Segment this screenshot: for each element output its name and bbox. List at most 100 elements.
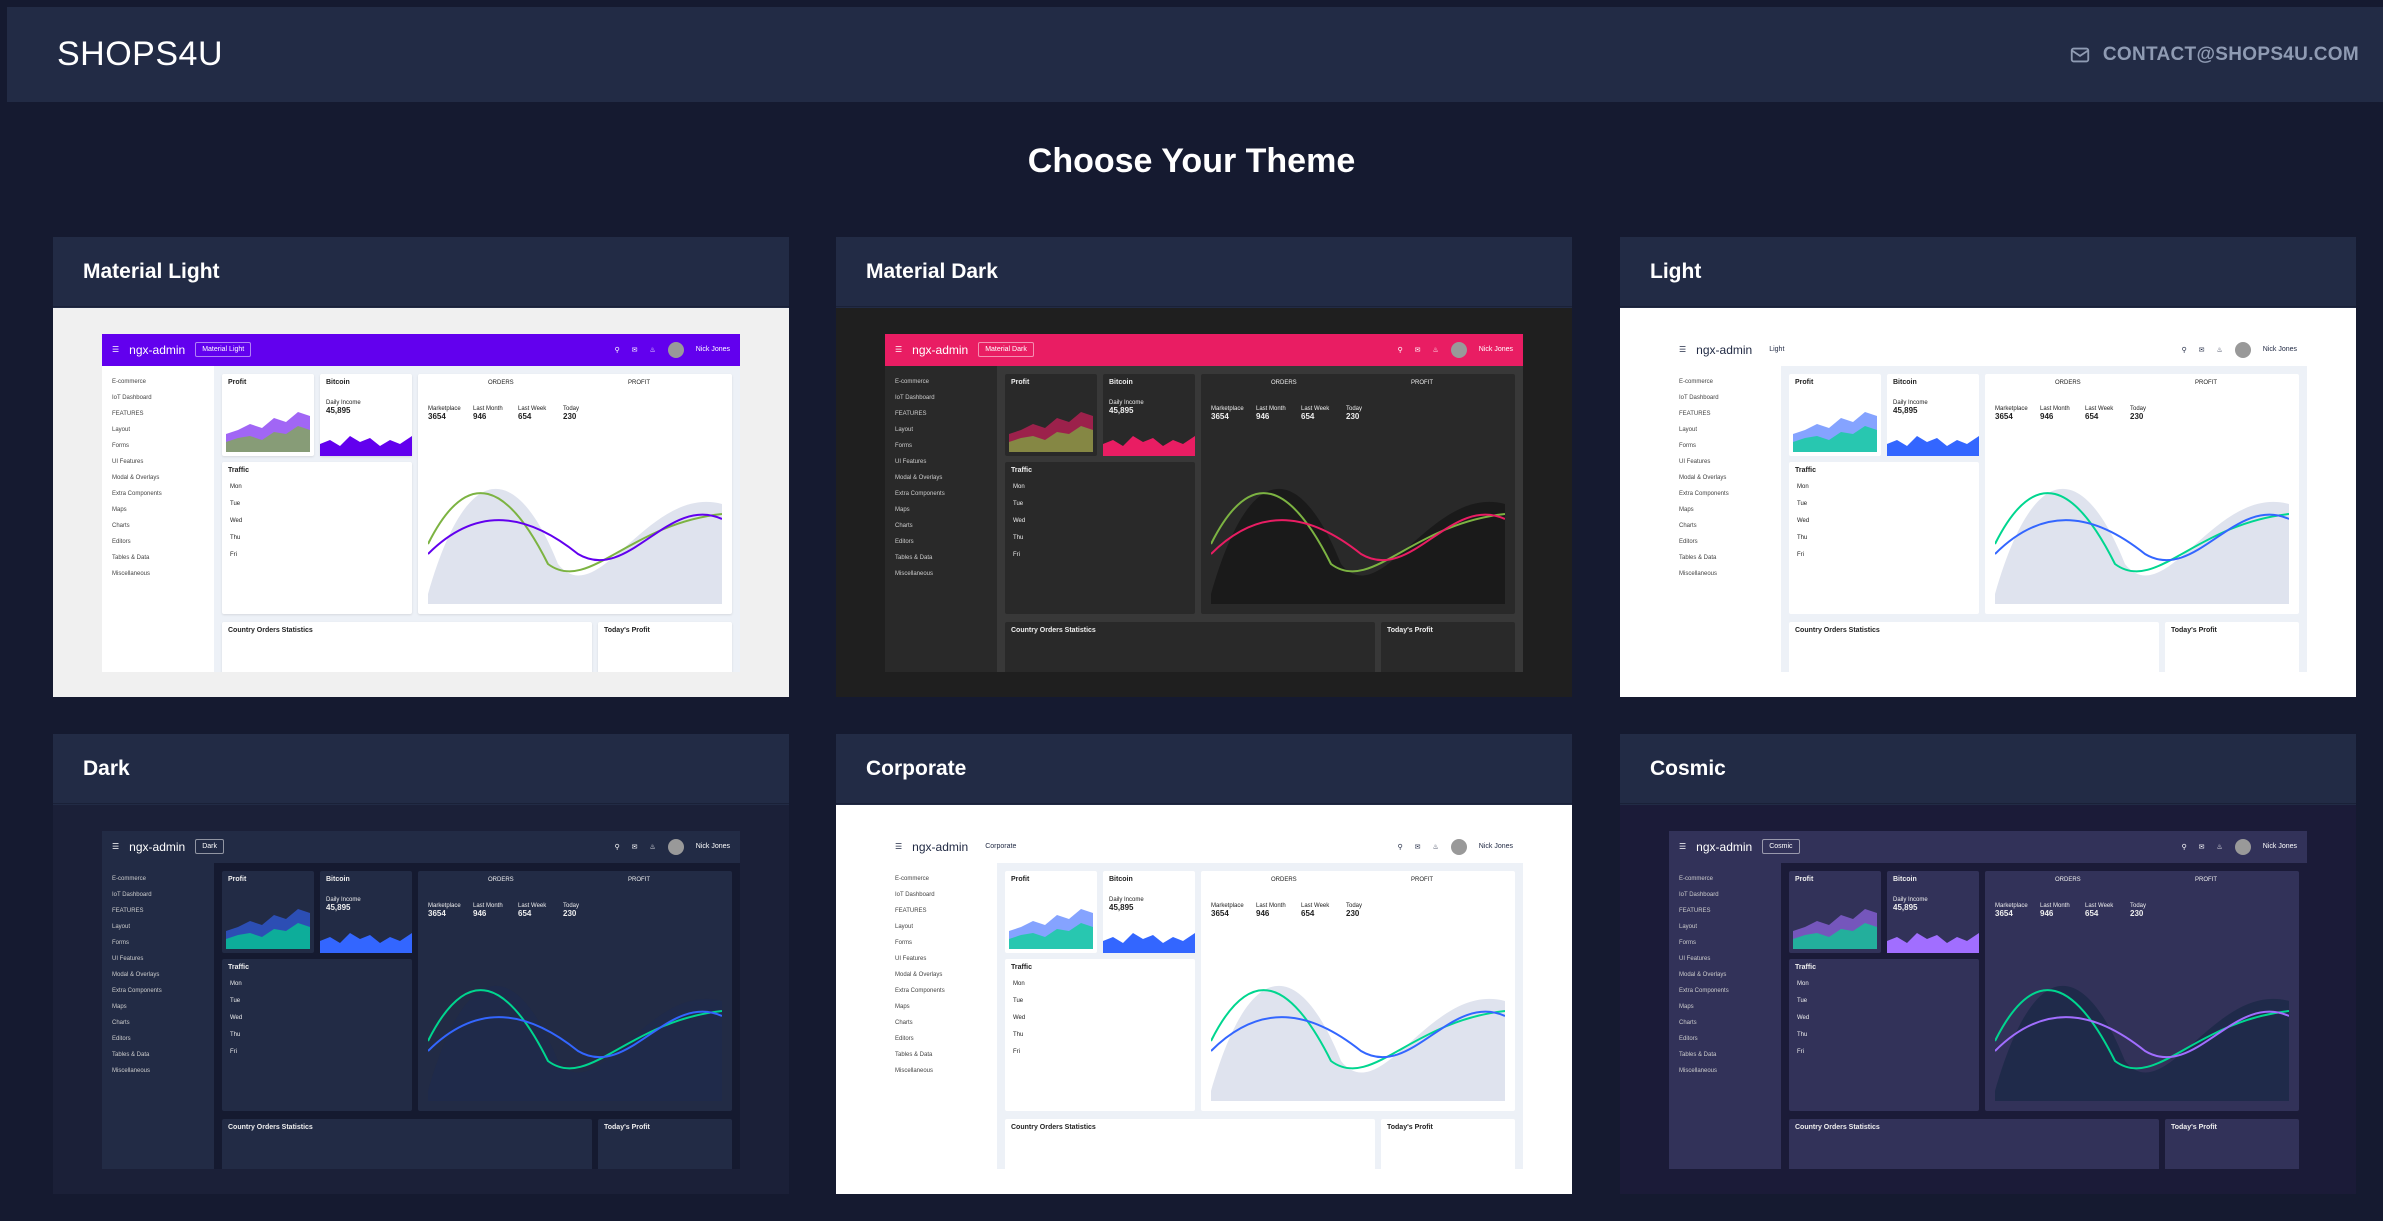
preview-income-value: 45,895: [1893, 405, 1918, 415]
preview-country-card: Country Orders Statistics: [1789, 621, 2159, 672]
theme-preview[interactable]: ☰ ngx-admin Material Dark ⚲ ✉ ♨ Nick Jon…: [836, 308, 1572, 697]
preview-menu-item: Modal & Overlays: [112, 474, 160, 481]
preview-stat-label: Marketplace: [1995, 902, 2028, 909]
preview-stat-value: 654: [1301, 411, 1315, 421]
preview-menu-item: Tables & Data: [1679, 554, 1717, 561]
preview-profit-title: Profit: [1011, 378, 1030, 386]
preview-stat-value: 3654: [428, 908, 446, 918]
preview-stat-label: Last Week: [2085, 405, 2114, 412]
theme-card-title: Material Dark: [836, 237, 1572, 307]
preview-stat-value: 230: [2130, 411, 2144, 421]
preview-orders-chart: [428, 985, 722, 1101]
preview-menu-item: UI Features: [1679, 458, 1711, 465]
preview-income-chart: [1103, 435, 1195, 456]
preview-user: Nick Jones: [695, 346, 730, 353]
dashboard-preview: ☰ ngx-admin Corporate ⚲ ✉ ♨ Nick Jones E…: [885, 830, 1523, 1169]
preview-income-value: 45,895: [326, 902, 351, 912]
preview-traffic-title: Traffic: [228, 466, 250, 474]
preview-stat: Marketplace 3654: [428, 406, 461, 421]
preview-user: Nick Jones: [1478, 843, 1513, 850]
preview-traffic-card: Traffic Mon Tue Wed Thu Fri: [222, 461, 412, 614]
preview-menu-item: Forms: [895, 939, 912, 946]
preview-stat-label: Today: [2130, 405, 2147, 412]
preview-bitcoin: Bitcoin: [1109, 378, 1133, 386]
preview-menu-item: Maps: [112, 506, 127, 513]
preview-stat-value: 3654: [1995, 411, 2013, 421]
preview-menu-item: IoT Dashboard: [1679, 394, 1719, 401]
theme-card-ml[interactable]: Material Light ☰ ngx-admin Material Ligh…: [53, 237, 789, 697]
preview-income-card: Bitcoin Daily Income 45,895: [320, 373, 412, 456]
preview-country-title: Country Orders Statistics: [1795, 626, 1880, 634]
preview-stat-label: Last Month: [2040, 902, 2070, 909]
preview-menu-item: IoT Dashboard: [1679, 891, 1719, 898]
preview-menu-item: Extra Components: [112, 490, 162, 497]
preview-income-label: Daily Income: [1893, 896, 1928, 903]
preview-topbar: ☰ ngx-admin Material Light ⚲ ✉ ♨ Nick Jo…: [102, 333, 740, 366]
preview-brand: ngx-admin: [129, 839, 186, 854]
preview-menu-item: Layout: [1679, 923, 1698, 930]
preview-stat-value: 654: [518, 908, 532, 918]
preview-profit-tab: PROFIT: [1411, 379, 1433, 386]
theme-card-md[interactable]: Material Dark ☰ ngx-admin Material Dark …: [836, 237, 1572, 697]
contact-link[interactable]: CONTACT@SHOPS4U.COM: [2069, 44, 2359, 66]
preview-menu-item: Forms: [112, 939, 129, 946]
preview-stat-label: Last Week: [1301, 902, 1330, 909]
preview-income: Daily Income 45,895: [1893, 897, 1928, 912]
preview-stat-label: Last Week: [518, 902, 547, 909]
preview-bitcoin: Bitcoin: [326, 378, 350, 386]
preview-menu-item: Miscellaneous: [895, 1067, 934, 1074]
preview-stat-value: 230: [563, 908, 577, 918]
preview-menu-item: Charts: [112, 1019, 130, 1026]
preview-search-icon: ⚲: [2181, 346, 2187, 354]
preview-user: Nick Jones: [2262, 843, 2297, 850]
preview-stat: Last Month 946: [1256, 406, 1286, 421]
preview-stat-value: 654: [2085, 411, 2099, 421]
theme-preview[interactable]: ☰ ngx-admin Light ⚲ ✉ ♨ Nick Jones E-com…: [1620, 308, 2356, 697]
preview-menu-icon: ☰: [895, 345, 903, 354]
preview-bell-icon: ♨: [1432, 346, 1439, 354]
theme-card-lt[interactable]: Light ☰ ngx-admin Light ⚲ ✉ ♨ Nick Jones…: [1620, 237, 2356, 697]
preview-todays-profit-card: Today's Profit: [598, 621, 732, 672]
preview-menu-item: FEATURES: [895, 907, 927, 914]
preview-income-label: Daily Income: [326, 399, 361, 406]
preview-profit-card: Profit: [1005, 373, 1097, 456]
preview-menu-item: E-commerce: [1679, 875, 1714, 882]
preview-menu-item: Modal & Overlays: [112, 971, 160, 978]
preview-sidebar: E-commerce IoT Dashboard FEATURES Layout For…: [102, 365, 214, 672]
theme-preview[interactable]: ☰ ngx-admin Corporate ⚲ ✉ ♨ Nick Jones E…: [836, 805, 1572, 1194]
theme-preview[interactable]: ☰ ngx-admin Material Light ⚲ ✉ ♨ Nick Jo…: [53, 308, 789, 697]
theme-card-dk[interactable]: Dark ☰ ngx-admin Dark ⚲ ✉ ♨ Nick Jones E…: [53, 734, 789, 1194]
preview-traffic-card: Traffic Mon Tue Wed Thu Fri: [1789, 461, 1979, 614]
preview-menu-item: Editors: [895, 1035, 914, 1042]
preview-stat: Marketplace 3654: [1995, 406, 2028, 421]
preview-bitcoin: Bitcoin: [326, 875, 350, 883]
theme-card-cs[interactable]: Cosmic ☰ ngx-admin Cosmic ⚲ ✉ ♨ Nick Jon…: [1620, 734, 2356, 1194]
preview-stat-value: 3654: [1211, 908, 1229, 918]
preview-traffic-day: Wed: [230, 517, 243, 524]
theme-card-cp[interactable]: Corporate ☰ ngx-admin Corporate ⚲ ✉ ♨ Ni…: [836, 734, 1572, 1194]
theme-preview[interactable]: ☰ ngx-admin Dark ⚲ ✉ ♨ Nick Jones E-comm…: [53, 805, 789, 1194]
preview-traffic-day: Wed: [1797, 1014, 1810, 1021]
preview-country-card: Country Orders Statistics: [1005, 1118, 1375, 1169]
preview-sidebar: E-commerce IoT Dashboard FEATURES Layout For…: [885, 862, 997, 1169]
preview-orders-card: ORDERS PROFIT Marketplace 3654 Last Month 9…: [1201, 373, 1515, 614]
preview-stat-value: 230: [563, 411, 577, 421]
preview-todays-profit-card: Today's Profit: [1381, 1118, 1515, 1169]
preview-menu-item: Maps: [895, 1003, 910, 1010]
preview-traffic-day: Wed: [1013, 1014, 1026, 1021]
preview-stat-label: Marketplace: [1211, 405, 1244, 412]
preview-stat-label: Last Week: [2085, 902, 2114, 909]
preview-traffic-day: Thu: [1797, 1031, 1808, 1038]
preview-bell-icon: ♨: [649, 346, 656, 354]
preview-menu-icon: ☰: [1679, 842, 1687, 851]
preview-traffic-day: Mon: [1797, 980, 1809, 987]
preview-orders-card: ORDERS PROFIT Marketplace 3654 Last Month 9…: [1985, 373, 2299, 614]
preview-stat-label: Marketplace: [1995, 405, 2028, 412]
preview-bell-icon: ♨: [2216, 346, 2223, 354]
preview-menu-item: Layout: [1679, 426, 1698, 433]
preview-sidebar: E-commerce IoT Dashboard FEATURES Layout For…: [885, 365, 997, 672]
theme-preview[interactable]: ☰ ngx-admin Cosmic ⚲ ✉ ♨ Nick Jones E-co…: [1620, 805, 2356, 1194]
top-header: SHOPS4U CONTACT@SHOPS4U.COM: [7, 7, 2383, 102]
preview-menu-item: FEATURES: [895, 410, 927, 417]
site-logo[interactable]: SHOPS4U: [57, 35, 223, 74]
